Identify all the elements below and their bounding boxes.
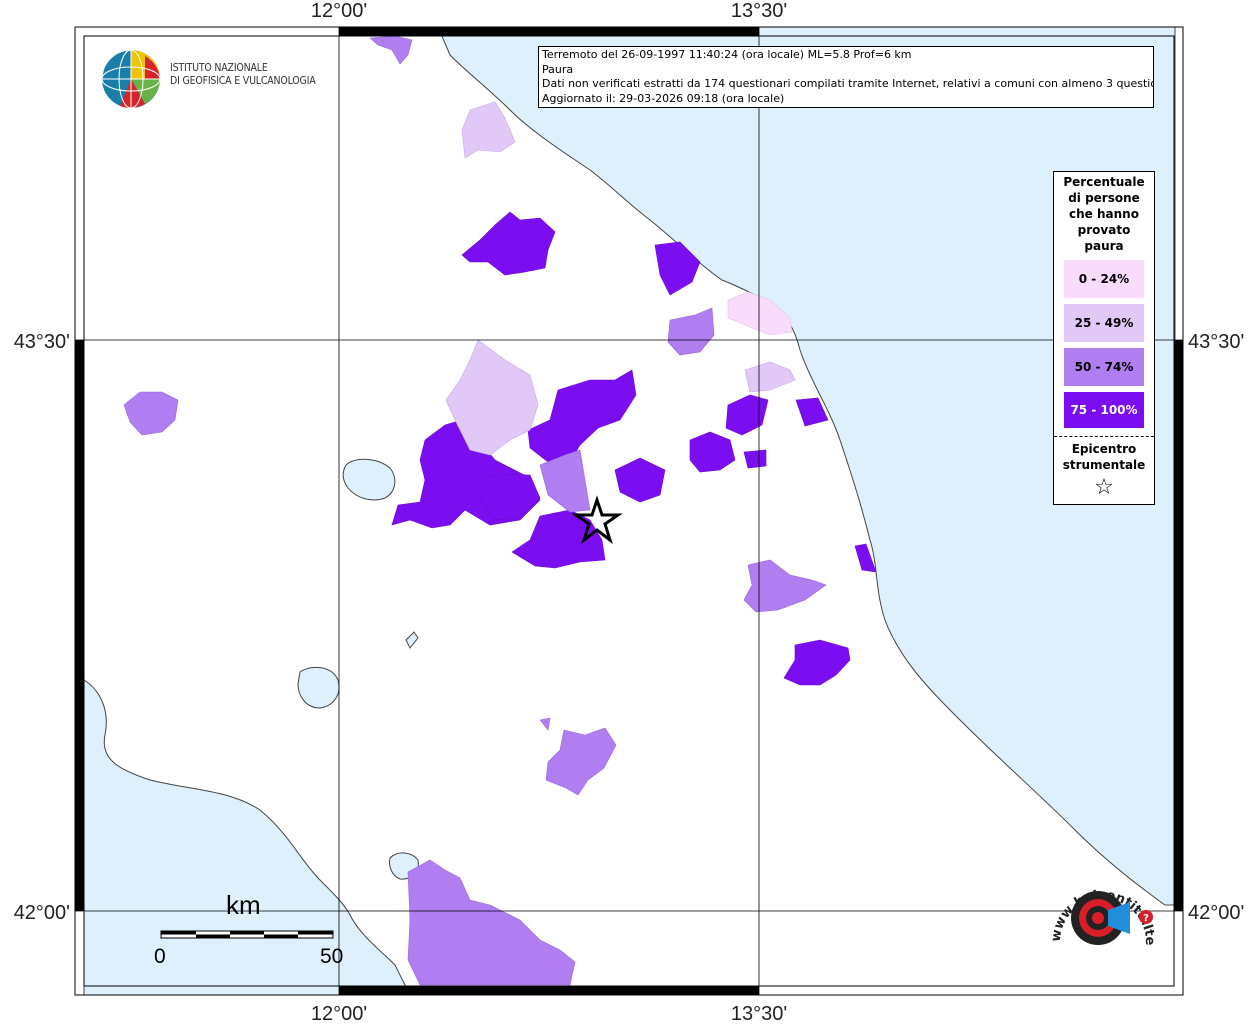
ingv-text-line: DI GEOFISICA E VULCANOLOGIA	[170, 75, 316, 87]
legend-star-icon: ☆	[1094, 475, 1114, 500]
municipality-area	[743, 449, 767, 469]
scale-unit: km	[226, 890, 261, 920]
municipality-area	[407, 859, 576, 986]
event-info-line: Terremoto del 26-09-1997 11:40:24 (ora l…	[542, 48, 912, 61]
municipality-area	[527, 369, 637, 466]
hsit-emblem: www.haisentitoilterremoto.it ?	[1033, 849, 1157, 946]
tick-label-top-12: 12°00'	[311, 0, 367, 22]
legend-class-50-74: 50 - 74%	[1064, 348, 1144, 386]
legend-title: Percentuale di persone che hanno provato…	[1063, 175, 1145, 253]
event-info-box: Terremoto del 26-09-1997 11:40:24 (ora l…	[538, 46, 1154, 108]
legend-class-25-49: 25 - 49%	[1064, 304, 1144, 342]
municipality-area	[539, 717, 551, 731]
municipality-area	[369, 35, 413, 65]
tyrrhenian-sea	[83, 679, 411, 996]
event-info-line: Dati non verificati estratti da 174 ques…	[542, 77, 1154, 90]
event-info-line: Aggiornato il: 29-03-2026 09:18 (ora loc…	[542, 91, 785, 105]
municipality-area	[744, 361, 796, 393]
legend-epicenter-label: Epicentro strumentale	[1062, 442, 1146, 472]
municipality-area	[511, 509, 606, 569]
municipality-area	[461, 101, 516, 159]
svg-text:?: ?	[1143, 913, 1149, 924]
scale-end: 50	[320, 945, 344, 968]
legend-class-0-24: 0 - 24%	[1064, 260, 1144, 298]
tick-label-bottom-13-30: 13°30'	[731, 1003, 787, 1024]
tick-label-left-43-30: 43°30'	[14, 331, 70, 353]
municipality-area	[545, 727, 617, 796]
legend-separator	[1054, 436, 1154, 437]
small-lake	[405, 631, 419, 649]
scale-start: 0	[154, 945, 166, 968]
tick-label-top-13-30: 13°30'	[731, 0, 787, 22]
tick-label-right-42: 42°00'	[1188, 902, 1244, 924]
municipality-area	[461, 211, 556, 276]
tick-label-left-42: 42°00'	[14, 902, 70, 924]
ingv-text-line: ISTITUTO NAZIONALE	[170, 62, 268, 74]
event-info-line: Paura	[542, 62, 574, 76]
scale-bar	[160, 930, 334, 939]
lake-trasimeno	[342, 458, 396, 501]
ingv-logo: ISTITUTO NAZIONALE DI GEOFISICA E VULCAN…	[100, 48, 330, 110]
hsit-logo: www.haisentitoilterremoto.it ?	[1033, 849, 1160, 976]
tick-label-bottom-12: 12°00'	[311, 1003, 367, 1024]
lake-bolsena	[297, 666, 340, 709]
legend-class-75-100: 75 - 100%	[1064, 392, 1144, 428]
municipality-area	[783, 639, 851, 686]
globe-icon	[101, 49, 161, 109]
municipality-area	[667, 307, 715, 356]
ingv-text: ISTITUTO NAZIONALE DI GEOFISICA E VULCAN…	[170, 62, 316, 88]
municipality-area	[689, 431, 736, 473]
municipality-area	[123, 391, 179, 436]
tick-label-right-43-30: 43°30'	[1188, 331, 1244, 353]
municipality-area	[725, 394, 769, 436]
municipality-area	[614, 457, 666, 503]
legend: Percentuale di persone che hanno provato…	[1053, 171, 1155, 505]
municipality-area	[743, 559, 827, 613]
